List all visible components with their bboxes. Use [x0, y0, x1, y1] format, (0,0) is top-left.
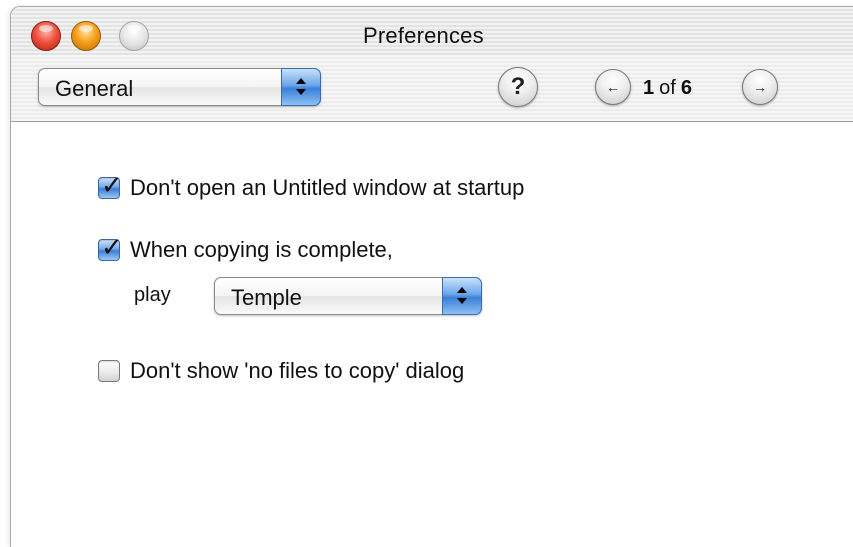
checkmark-icon: ✓: [101, 170, 123, 200]
page-total: 6: [680, 77, 692, 99]
preferences-content: ✓ Don't open an Untitled window at start…: [11, 122, 853, 542]
page-counter: 1 of 6: [643, 77, 692, 100]
copy-complete-label[interactable]: When copying is complete,: [130, 237, 393, 263]
sound-select[interactable]: Temple: [214, 277, 482, 315]
checkmark-icon: ✓: [101, 232, 123, 262]
help-button[interactable]: ?: [498, 67, 538, 107]
title-bar[interactable]: Preferences: [11, 7, 853, 55]
minimize-button[interactable]: [71, 21, 101, 51]
no-files-dialog-checkbox[interactable]: [98, 360, 120, 382]
previous-page-button[interactable]: ←: [595, 69, 631, 105]
page-of-label: of: [659, 77, 676, 99]
updown-arrows-icon: [442, 277, 482, 315]
no-untitled-checkbox[interactable]: ✓: [98, 170, 123, 200]
copy-complete-checkbox[interactable]: ✓: [98, 232, 123, 262]
sound-select-value: Temple: [231, 285, 302, 310]
panel-select[interactable]: General: [38, 68, 321, 106]
panel-select-value: General: [55, 76, 134, 101]
toolbar: General ? ← 1 of 6 →: [11, 55, 853, 122]
play-label: play: [134, 284, 171, 306]
page-current: 1: [643, 77, 655, 99]
next-page-button[interactable]: →: [742, 69, 778, 105]
no-files-dialog-label[interactable]: Don't show 'no files to copy' dialog: [130, 358, 464, 384]
window-title: Preferences: [363, 23, 484, 48]
zoom-button[interactable]: [119, 21, 149, 51]
arrow-right-icon: →: [753, 79, 767, 95]
preferences-window: Preferences General ? ← 1 of 6 → ✓ Don't o…: [10, 6, 853, 547]
close-button[interactable]: [31, 21, 61, 51]
no-untitled-label[interactable]: Don't open an Untitled window at startup: [130, 175, 524, 201]
updown-arrows-icon: [281, 68, 321, 106]
arrow-left-icon: ←: [606, 79, 620, 95]
question-mark-icon: ?: [510, 73, 526, 100]
